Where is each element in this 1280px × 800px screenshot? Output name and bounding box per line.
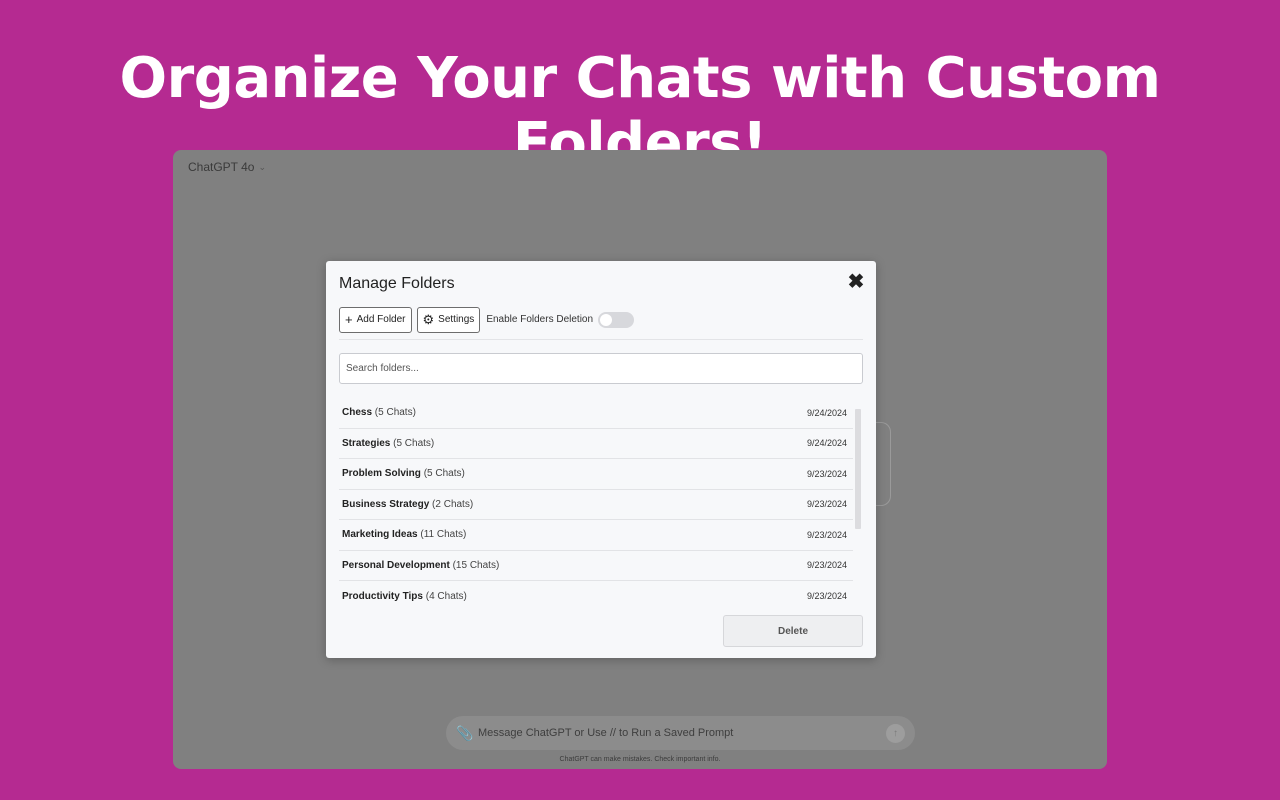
folder-list-scrollbar[interactable] <box>854 406 861 602</box>
folder-date: 9/24/2024 <box>806 407 847 418</box>
gear-icon: ⚙ <box>422 311 435 327</box>
folder-chat-count: (5 Chats) <box>423 468 465 480</box>
folder-name: Business Strategy <box>342 498 430 510</box>
message-composer[interactable]: 📎 Message ChatGPT or Use // to Run a Sav… <box>446 716 915 750</box>
folder-chat-count: (11 Chats) <box>420 529 467 541</box>
folder-date: 9/23/2024 <box>806 499 847 510</box>
disclaimer-text: ChatGPT can make mistakes. Check importa… <box>559 756 721 763</box>
folder-date: 9/23/2024 <box>806 560 847 571</box>
chevron-down-icon: ⌄ <box>258 161 267 172</box>
search-folders-input[interactable] <box>339 353 863 384</box>
folder-date: 9/24/2024 <box>806 438 847 449</box>
toggle-knob <box>600 313 613 326</box>
plus-icon: + <box>345 312 353 327</box>
folder-name: Problem Solving <box>342 468 421 480</box>
scrollbar-thumb[interactable] <box>855 409 861 529</box>
composer-placeholder: Message ChatGPT or Use // to Run a Saved… <box>478 727 734 739</box>
folder-chat-count: (4 Chats) <box>425 590 467 602</box>
folder-name: Strategies <box>342 437 391 449</box>
folder-row[interactable]: Marketing Ideas (11 Chats) 9/23/2024 <box>339 520 853 551</box>
folders-deletion-label: Enable Folders Deletion <box>486 314 594 325</box>
arrow-up-icon: ↑ <box>893 727 898 739</box>
modal-toolbar: + Add Folder ⚙ Settings Enable Folders D… <box>339 306 863 340</box>
modal-title: Manage Folders <box>339 275 455 292</box>
add-folder-button[interactable]: + Add Folder <box>339 306 412 333</box>
delete-button[interactable]: Delete <box>723 615 863 647</box>
folders-deletion-toggle[interactable] <box>598 311 635 328</box>
folder-name: Chess <box>342 407 373 419</box>
folder-chat-count: (5 Chats) <box>393 437 435 449</box>
folder-date: 9/23/2024 <box>806 468 847 479</box>
folder-date: 9/23/2024 <box>806 591 847 602</box>
close-icon[interactable]: ✖ <box>845 271 867 293</box>
settings-label: Settings <box>438 314 475 325</box>
model-selector[interactable]: ChatGPT 4o ⌄ <box>188 160 266 174</box>
manage-folders-modal: Manage Folders ✖ + Add Folder ⚙ Settings… <box>326 261 876 658</box>
folder-row[interactable]: Productivity Tips (4 Chats) 9/23/2024 <box>339 581 853 610</box>
settings-button[interactable]: ⚙ Settings <box>416 306 481 333</box>
paperclip-icon[interactable]: 📎 <box>456 725 478 742</box>
folder-chat-count: (2 Chats) <box>432 498 474 510</box>
folder-row[interactable]: Problem Solving (5 Chats) 9/23/2024 <box>339 459 853 490</box>
send-button[interactable]: ↑ <box>886 723 905 743</box>
add-folder-label: Add Folder <box>356 314 406 325</box>
folder-name: Productivity Tips <box>342 590 423 602</box>
folder-chat-count: (15 Chats) <box>452 559 500 571</box>
folder-list: Chess (5 Chats) 9/24/2024 Strategies (5 … <box>339 398 853 610</box>
folder-row[interactable]: Strategies (5 Chats) 9/24/2024 <box>339 429 853 459</box>
model-label: ChatGPT 4o <box>188 160 255 174</box>
folder-name: Personal Development <box>342 559 450 571</box>
folder-row[interactable]: Chess (5 Chats) 9/24/2024 <box>339 398 853 429</box>
folder-row[interactable]: Business Strategy (2 Chats) 9/23/2024 <box>339 490 853 520</box>
folder-name: Marketing Ideas <box>342 529 418 541</box>
folder-row[interactable]: Personal Development (15 Chats) 9/23/202… <box>339 551 853 581</box>
folder-chat-count: (5 Chats) <box>374 407 416 419</box>
folder-date: 9/23/2024 <box>806 529 847 540</box>
